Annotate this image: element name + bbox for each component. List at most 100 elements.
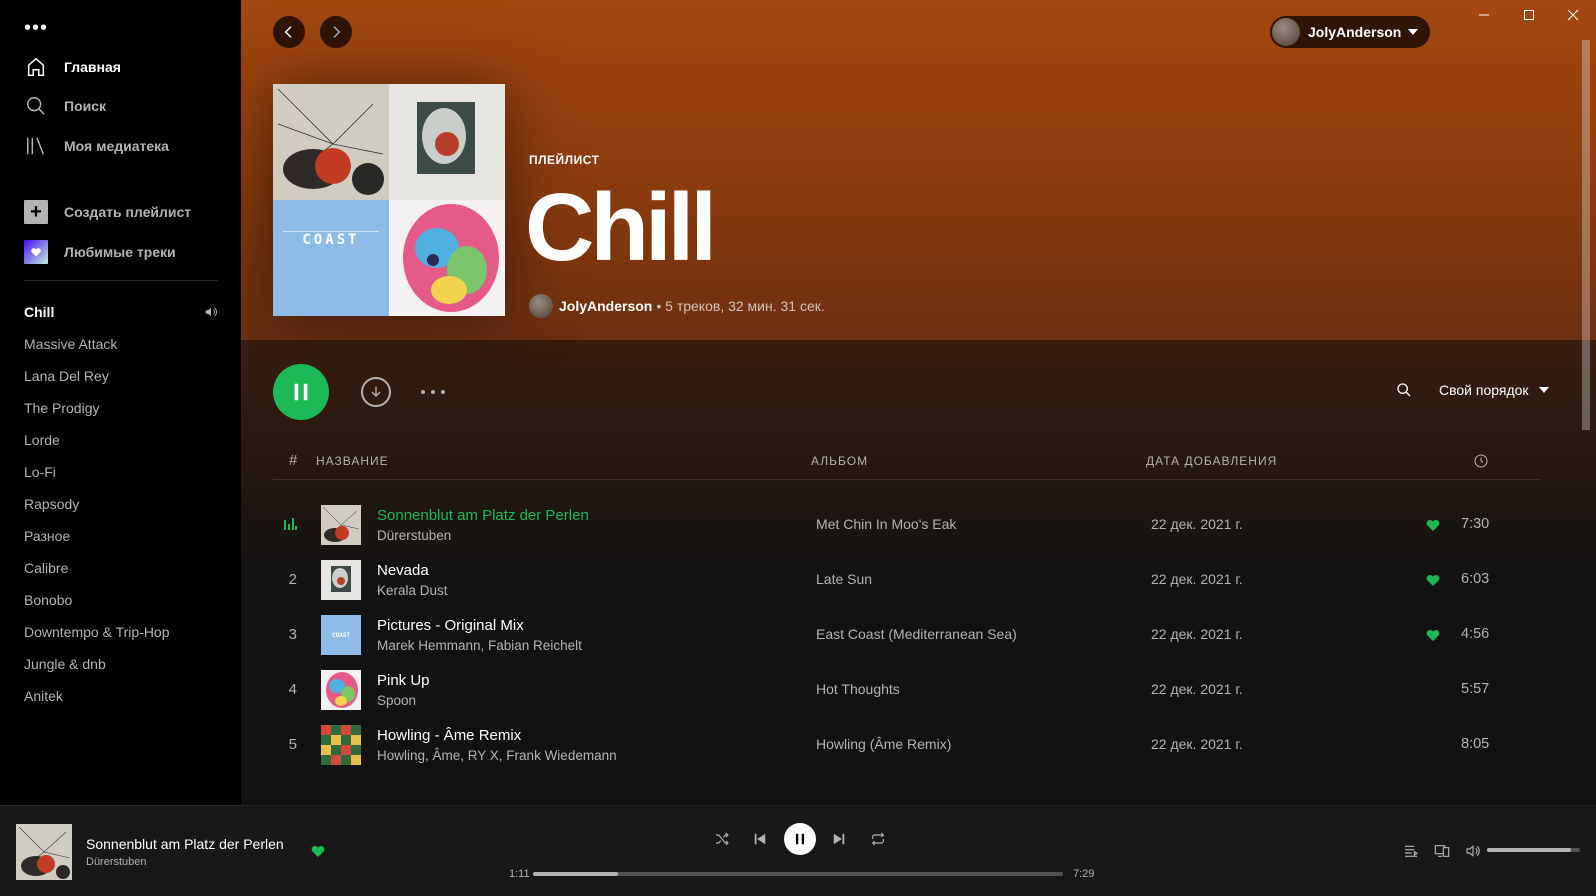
maximize-button[interactable] [1506,0,1552,30]
nav-search-label: Поиск [64,98,107,114]
sort-dropdown[interactable]: Свой порядок [1439,382,1559,398]
now-playing-title[interactable]: Sonnenblut am Platz der Perlen [86,836,284,852]
playlist-item[interactable]: Chill [24,296,218,328]
track-artist[interactable]: Howling, Âme, RY X, Frank Wiedemann [377,748,617,763]
create-playlist-button[interactable]: + Создать плейлист [24,199,191,225]
playlist-item[interactable]: Calibre [24,552,218,584]
queue-icon [1405,845,1419,857]
track-title[interactable]: Pink Up [377,672,430,689]
playlist-cover: COAST [273,84,505,316]
minimize-button[interactable] [1461,0,1507,30]
track-title[interactable]: Howling - Âme Remix [377,727,521,744]
nav-library[interactable]: Моя медиатека [24,132,169,160]
track-artist[interactable]: Kerala Dust [377,583,448,598]
now-playing-artist[interactable]: Dürerstuben [86,856,147,868]
nav-home-label: Главная [64,59,121,75]
liked-heart-icon[interactable] [1425,627,1441,646]
playlist-owner-link[interactable]: JolyAnderson [559,298,652,314]
now-playing-cover[interactable] [16,824,72,880]
caret-down-icon [1538,387,1549,393]
track-album[interactable]: Late Sun [816,571,872,587]
forward-button[interactable] [320,16,352,48]
track-table-header: # НАЗВАНИЕ АЛЬБОМ ДАТА ДОБАВЛЕНИЯ [273,444,1541,480]
playlist-item-label: Lana Del Rey [24,368,109,384]
repeat-button[interactable] [862,823,894,855]
playlist-item[interactable]: Downtempo & Trip-Hop [24,616,218,648]
maximize-icon [1524,10,1534,20]
track-title[interactable]: Sonnenblut am Platz der Perlen [377,507,589,524]
playlist-item[interactable]: Massive Attack [24,328,218,360]
playlist-item[interactable]: Разное [24,520,218,552]
playlist-item[interactable]: Anitek [24,680,218,712]
pause-button[interactable] [784,823,816,855]
track-date-added: 22 дек. 2021 г. [1151,516,1243,532]
back-button[interactable] [273,16,305,48]
playlist-item[interactable]: Lorde [24,424,218,456]
search-icon [24,94,48,118]
track-date-added: 22 дек. 2021 г. [1151,736,1243,752]
track-title[interactable]: Pictures - Original Mix [377,617,524,634]
speaker-icon [205,307,217,317]
header-num: # [289,452,299,469]
track-album[interactable]: East Coast (Mediterranean Sea) [816,626,1017,642]
track-artist[interactable]: Spoon [377,693,416,708]
create-playlist-label: Создать плейлист [64,204,192,220]
table-row[interactable]: 2 Nevada Kerala Dust Late Sun 22 дек. 20… [273,552,1541,608]
sidebar-divider [24,280,218,281]
liked-heart-icon[interactable] [1425,517,1441,536]
devices-button[interactable] [1432,841,1452,861]
close-button[interactable] [1550,0,1596,30]
previous-button[interactable] [744,823,776,855]
track-duration: 6:03 [1461,571,1490,587]
playlist-item[interactable]: Lana Del Rey [24,360,218,392]
track-album[interactable]: Hot Thoughts [816,681,900,697]
liked-tracks-label: Любимые треки [64,244,176,260]
track-number: 3 [288,626,297,643]
playlist-info: • 5 треков, 32 мин. 31 сек. [656,298,825,314]
volume-fill [1487,848,1571,852]
nav-search[interactable]: Поиск [24,92,106,120]
nav-home[interactable]: Главная [24,53,121,81]
next-button[interactable] [823,823,855,855]
more-options-button[interactable] [419,380,447,400]
track-artist[interactable]: Dürerstuben [377,528,451,543]
download-button[interactable] [361,377,391,407]
playlist-item[interactable]: Bonobo [24,584,218,616]
menu-dots-icon[interactable]: ••• [24,18,48,38]
table-row[interactable]: 3 COAST Pictures - Original Mix Marek He… [273,607,1541,663]
liked-tracks-button[interactable]: Любимые треки [24,239,176,265]
playlist-item[interactable]: Lo-Fi [24,456,218,488]
playlist-search-button[interactable] [1396,382,1412,403]
liked-heart-icon[interactable] [310,843,326,864]
shuffle-button[interactable] [706,823,738,855]
scrollbar[interactable] [1582,40,1590,430]
track-album[interactable]: Howling (Âme Remix) [816,736,951,752]
progress-bar[interactable] [533,872,1063,876]
table-row[interactable]: 5 Howling - Âme Remix Howling, Âme, RY X… [273,717,1541,773]
liked-heart-icon[interactable] [1425,572,1441,591]
volume-slider[interactable] [1487,848,1580,852]
playlist-item[interactable]: Rapsody [24,488,218,520]
playlist-item-label: Downtempo & Trip-Hop [24,624,170,640]
heart-icon [24,240,48,264]
user-menu-button[interactable]: JolyAnderson [1270,16,1430,48]
track-artist[interactable]: Marek Hemmann, Fabian Reichelt [377,638,582,653]
playlist-item-label: Massive Attack [24,336,118,352]
clock-icon [1473,453,1489,472]
library-icon [24,134,48,158]
cover-tile: COAST [273,200,389,316]
track-title[interactable]: Nevada [377,562,429,579]
track-duration: 8:05 [1461,736,1490,752]
playlist-item-label: Jungle & dnb [24,656,106,672]
search-icon [1397,383,1411,397]
table-row[interactable]: 4 Pink Up Spoon Hot Thoughts 22 дек. 202… [273,662,1541,718]
pause-button[interactable] [273,364,329,420]
playlist-item-label: Lorde [24,432,60,448]
sidebar: ••• Главная Поиск Моя медиатека + Создат… [0,0,241,805]
playlist-item[interactable]: Jungle & dnb [24,648,218,680]
queue-button[interactable] [1401,841,1421,861]
playlist-item[interactable]: The Prodigy [24,392,218,424]
volume-button[interactable] [1463,841,1483,861]
track-album[interactable]: Met Chin In Moo's Eak [816,516,956,532]
table-row[interactable]: Sonnenblut am Platz der Perlen Dürerstub… [273,497,1541,553]
